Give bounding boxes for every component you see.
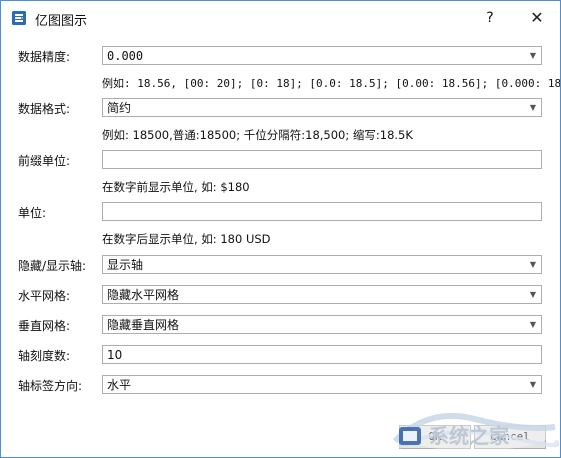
close-button[interactable]: ✕ [521,4,553,32]
chevron-down-icon: ▼ [529,260,536,269]
unit-input[interactable] [102,202,542,221]
ok-button[interactable]: OK [399,425,471,449]
label-data-format: 数据格式: [18,102,71,116]
unit-hint: 在数字后显示单位, 如: 180 USD [102,232,271,246]
axis-ticks-value: 10 [107,348,123,362]
window-title: 亿图图示 [35,14,88,29]
chevron-down-icon: ▼ [529,320,536,329]
label-axis-label-direction: 轴标签方向: [18,379,83,393]
vertical-grid-value: 隐藏垂直网格 [107,318,180,332]
show-axis-value: 显示轴 [107,258,144,272]
data-format-value: 简约 [107,101,132,115]
chevron-down-icon: ▼ [529,290,536,299]
horizontal-grid-select[interactable]: 隐藏水平网格 ▼ [102,285,542,304]
dialog-window: 亿图图示 ? ✕ 数据精度: 0.000 ▼ 例如: 18.56, [00: 2… [0,0,561,458]
label-unit: 单位: [18,206,47,220]
data-format-hint: 例如: 18500,普通:18500; 千位分隔符:18,500; 缩写:18.… [102,128,413,142]
vertical-grid-select[interactable]: 隐藏垂直网格 ▼ [102,315,542,334]
label-axis-ticks: 轴刻度数: [18,349,71,363]
label-prefix-unit: 前缀单位: [18,154,71,168]
horizontal-grid-value: 隐藏水平网格 [107,288,180,302]
chevron-down-icon: ▼ [529,103,536,112]
data-precision-hint: 例如: 18.56, [00: 20]; [0: 18]; [0.0: 18.5… [102,77,561,90]
title-bar: 亿图图示 ? ✕ [1,1,560,34]
prefix-unit-hint: 在数字前显示单位, 如: $180 [102,180,250,194]
chevron-down-icon: ▼ [529,380,536,389]
label-vertical-grid: 垂直网格: [18,319,71,333]
show-axis-select[interactable]: 显示轴 ▼ [102,255,542,274]
label-data-precision: 数据精度: [18,50,71,64]
data-precision-value: 0.000 [107,49,144,63]
label-horizontal-grid: 水平网格: [18,289,71,303]
cancel-button[interactable]: Cancel [474,425,546,449]
axis-label-direction-select[interactable]: 水平 ▼ [102,375,542,394]
data-format-select[interactable]: 简约 ▼ [102,98,542,117]
axis-label-direction-value: 水平 [107,378,132,392]
label-show-axis: 隐藏/显示轴: [18,259,87,273]
edraw-app-icon [12,11,26,25]
prefix-unit-input[interactable] [102,150,542,169]
chevron-down-icon: ▼ [529,51,536,60]
data-precision-select[interactable]: 0.000 ▼ [102,46,542,65]
axis-ticks-input[interactable]: 10 [102,345,542,364]
help-button[interactable]: ? [475,4,505,32]
